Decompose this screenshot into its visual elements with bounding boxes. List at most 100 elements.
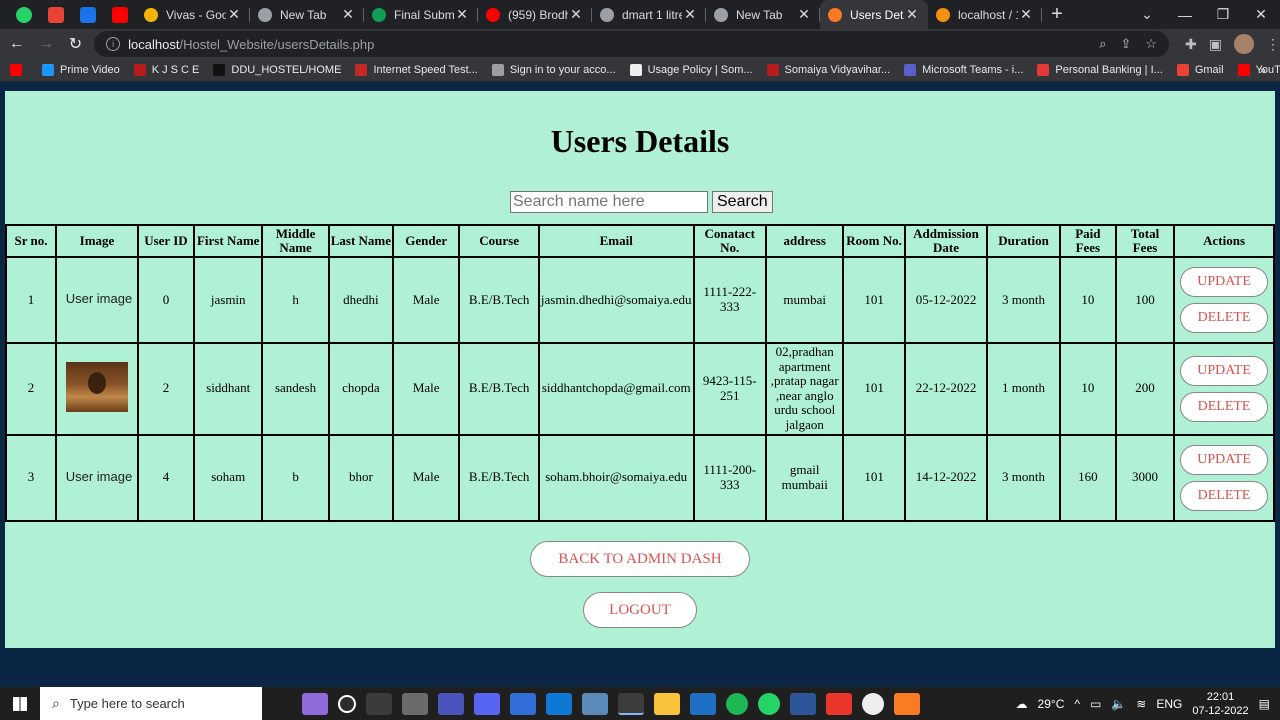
table-row: 1 User image 0 jasmin h dhedhi Male B.E/B.Tech j… [4, 256, 1275, 344]
browser-tab[interactable]: localhost / 12✕ [928, 0, 1042, 29]
close-tab-icon[interactable]: ✕ [682, 6, 698, 23]
word-icon[interactable] [790, 692, 816, 715]
bookmark-item[interactable]: Gmail [1176, 64, 1224, 76]
extensions-icon[interactable]: ✚ [1185, 36, 1197, 53]
app-clock-icon[interactable] [862, 692, 884, 715]
reload-icon[interactable]: ↻ [63, 31, 88, 57]
battery-icon[interactable]: ▭ [1090, 697, 1101, 711]
spotify-icon[interactable] [726, 692, 748, 715]
back-icon[interactable]: ← [4, 31, 29, 57]
browser-tab[interactable]: Vivas - Google✕ [136, 0, 250, 29]
bookmark-favicon-icon [133, 64, 146, 76]
new-tab-button[interactable]: + [1042, 0, 1072, 29]
cell-total: 100 [1114, 256, 1176, 344]
search-input[interactable] [510, 191, 708, 213]
menu-icon[interactable]: ⋮ [1266, 36, 1280, 53]
maximize-icon[interactable]: ❐ [1204, 0, 1242, 29]
close-window-icon[interactable]: ✕ [1242, 0, 1280, 29]
whatsapp-icon[interactable] [758, 692, 780, 715]
share-icon[interactable]: ⇪ [1120, 36, 1131, 52]
file-explorer-icon[interactable] [654, 692, 680, 715]
delete-button[interactable]: DELETE [1180, 303, 1269, 333]
tab-favicon-icon [714, 7, 728, 22]
teams-icon[interactable] [438, 692, 464, 715]
browser-tab[interactable]: (959) Brodha✕ [478, 0, 592, 29]
pinned-tab-contacts[interactable] [72, 0, 104, 29]
acrobat-icon[interactable] [826, 692, 852, 715]
forward-icon[interactable]: → [33, 31, 58, 57]
update-button[interactable]: UPDATE [1180, 444, 1269, 475]
pinned-tab-whatsapp[interactable] [8, 0, 40, 29]
pinned-tab-gmail[interactable] [40, 0, 72, 29]
bookmark-item[interactable]: Microsoft Teams - i... [904, 64, 1023, 76]
cell-total: 200 [1114, 342, 1176, 436]
minimize-icon[interactable]: — [1166, 0, 1204, 29]
update-button[interactable]: UPDATE [1180, 267, 1269, 297]
close-tab-icon[interactable]: ✕ [1018, 6, 1034, 23]
bookmark-item[interactable]: DDU_HOSTEL/HOME [213, 64, 341, 76]
close-tab-icon[interactable]: ✕ [226, 6, 242, 23]
wifi-icon[interactable]: ≋ [1136, 697, 1146, 711]
bookmark-youtube-app[interactable] [10, 64, 28, 76]
cell-duration: 3 month [986, 433, 1061, 522]
tab-search-icon[interactable]: ⌄ [1128, 0, 1166, 29]
back-to-admin-dash-button[interactable]: BACK TO ADMIN DASH [530, 541, 750, 577]
tray-chevron-icon[interactable]: ^ [1074, 697, 1080, 711]
logout-button[interactable]: LOGOUT [583, 592, 697, 628]
app-clips-icon[interactable] [302, 692, 328, 715]
site-info-icon[interactable]: i [106, 37, 121, 51]
browser-tab[interactable]: Users Details✕ [820, 0, 928, 29]
browser-tab[interactable]: New Tab ✕ [706, 0, 820, 29]
update-button[interactable]: UPDATE [1180, 355, 1269, 386]
browser-tab[interactable]: Final Submissi✕ [364, 0, 478, 29]
close-tab-icon[interactable]: ✕ [340, 6, 356, 23]
column-header: Actions [1173, 224, 1275, 258]
app-store-icon[interactable] [402, 692, 428, 715]
delete-button[interactable]: DELETE [1180, 391, 1269, 422]
bookmark-item[interactable]: Personal Banking | I... [1037, 64, 1163, 76]
zoom-icon[interactable]: ⌕ [1099, 36, 1106, 52]
bookmark-item[interactable]: Internet Speed Test... [355, 64, 478, 76]
bookmark-star-icon[interactable]: ☆ [1145, 36, 1157, 52]
app-grey-icon[interactable] [582, 692, 608, 715]
profile-avatar[interactable] [1234, 34, 1254, 54]
bookmarks-bar: Prime Video K J S C E DDU_HOSTEL/HOME Inter… [0, 59, 1280, 82]
browser-tab[interactable]: New Tab ✕ [250, 0, 364, 29]
delete-button[interactable]: DELETE [1180, 480, 1269, 511]
bookmark-item[interactable]: Usage Policy | Som... [629, 64, 753, 76]
taskbar-search[interactable]: ⌕ Type here to search [40, 687, 262, 720]
start-button[interactable] [0, 687, 40, 720]
app-docs-icon[interactable] [690, 692, 716, 715]
bookmark-item[interactable]: K J S C E [133, 64, 199, 76]
cell-address: 02,pradhan apartment ,pratap nagar ,near… [764, 342, 845, 436]
pinned-tab-youtube[interactable] [104, 0, 136, 29]
bookmark-favicon-icon [213, 64, 226, 76]
cortana-icon[interactable] [338, 694, 356, 713]
side-panel-icon[interactable]: ▣ [1209, 36, 1222, 53]
notifications-icon[interactable]: ▤ [1259, 697, 1270, 711]
xampp-icon[interactable] [894, 692, 920, 715]
app-blue-icon[interactable] [510, 692, 536, 715]
search-button[interactable]: Search [712, 191, 773, 213]
vscode-icon[interactable] [546, 692, 572, 715]
bookmark-item[interactable]: Somaiya Vidyavihar... [766, 64, 891, 76]
clock[interactable]: 22:01 07-12-2022 [1192, 690, 1248, 718]
close-tab-icon[interactable]: ✕ [454, 6, 470, 23]
bookmark-label: Somaiya Vidyavihar... [784, 64, 891, 76]
close-tab-icon[interactable]: ✕ [796, 6, 812, 23]
close-tab-icon[interactable]: ✕ [568, 6, 584, 23]
weather-icon[interactable]: ☁ [1016, 697, 1028, 711]
weather-temp[interactable]: 29°C [1038, 697, 1065, 711]
bookmark-item[interactable]: Prime Video [42, 64, 120, 76]
browser-tab[interactable]: dmart 1 litre I✕ [592, 0, 706, 29]
task-view-icon[interactable] [366, 692, 392, 715]
volume-icon[interactable]: 🔈 [1111, 697, 1126, 711]
bookmark-item[interactable]: Sign in to your acco... [491, 64, 616, 76]
bookmarks-overflow-icon[interactable]: » [1259, 63, 1266, 77]
discord-icon[interactable] [474, 692, 500, 715]
taskbar-search-placeholder: Type here to search [69, 696, 185, 711]
address-bar[interactable]: i localhost/Hostel_Website/usersDetails.… [94, 31, 1170, 57]
close-tab-icon[interactable]: ✕ [904, 6, 920, 23]
chrome-icon[interactable] [618, 692, 644, 715]
language-indicator[interactable]: ENG [1156, 697, 1182, 711]
